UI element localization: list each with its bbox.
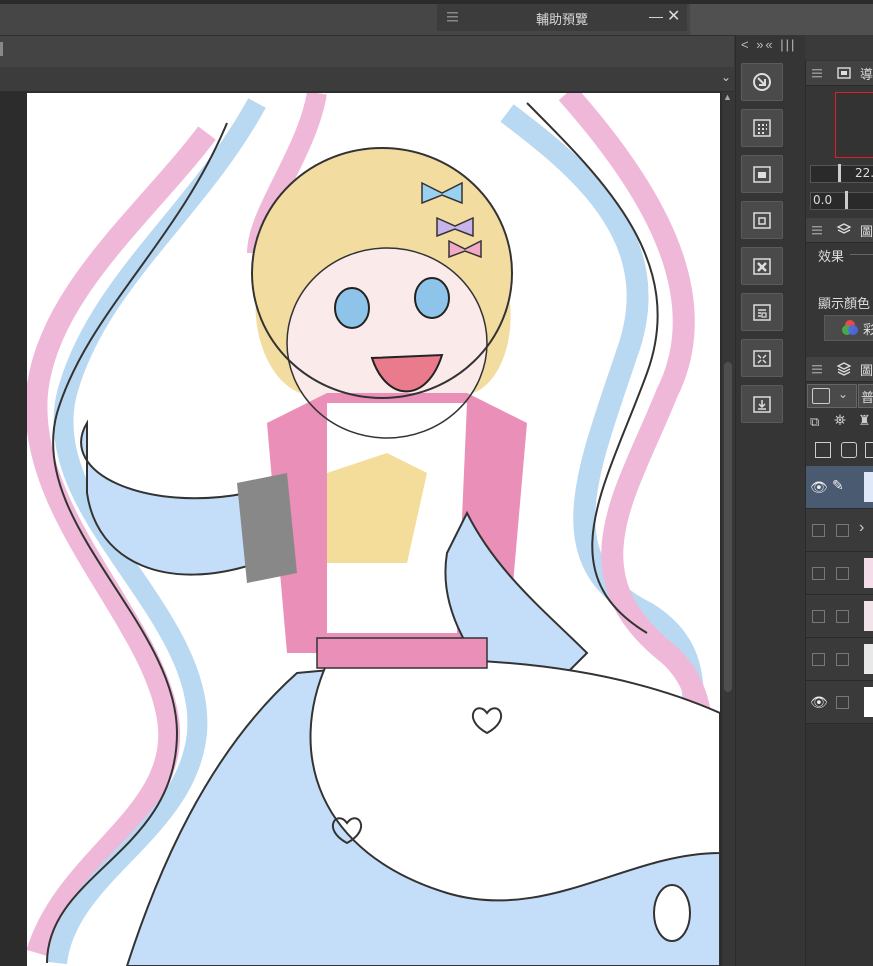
edit-checkbox[interactable] (836, 524, 849, 537)
collapsed-panel-handle[interactable] (0, 42, 3, 56)
layer-panel-header[interactable]: 圖 (806, 357, 873, 382)
layer-color-button[interactable]: 彩 (824, 315, 873, 341)
close-icon[interactable]: ✕ (667, 6, 680, 26)
canvas-tab-bar: ⌄ (0, 67, 734, 92)
edit-checkbox[interactable] (836, 696, 849, 709)
grip-icon[interactable] (812, 68, 822, 78)
properties-panel-title: 圖 (860, 225, 873, 240)
subview-panel-titlebar[interactable]: 輔助預覽 — ✕ (437, 4, 687, 31)
chevron-right-icon[interactable]: › (859, 519, 864, 537)
character-illustration (27, 93, 720, 966)
new-vector-layer-icon[interactable] (841, 442, 857, 458)
rotate-value: 0.0 (813, 193, 833, 207)
show-color-label: 顯示顏色 (818, 297, 871, 312)
visibility-checkbox[interactable] (812, 524, 825, 537)
edit-checkbox[interactable] (836, 610, 849, 623)
fit-icon (753, 350, 771, 367)
pencil-icon[interactable]: ✎ (832, 477, 844, 494)
canvas-command-column: < »« ||| (735, 35, 805, 966)
eye-icon[interactable]: 👁 (810, 479, 828, 496)
image-icon (753, 166, 771, 183)
layer-thumbnail (864, 558, 873, 588)
layers-icon (836, 362, 852, 376)
zoom-slider-handle[interactable] (838, 164, 841, 182)
panel-collapse-controls[interactable]: < »« ||| (741, 37, 796, 52)
layer-list-empty-area (806, 724, 873, 966)
new-raster-layer-icon[interactable] (815, 442, 831, 458)
blend-mode-value: 普 (861, 391, 873, 406)
refresh-icon (753, 73, 771, 91)
zoom-value: 22.8 (855, 166, 873, 180)
new-folder-icon[interactable] (865, 442, 873, 458)
artwork-canvas[interactable] (27, 93, 720, 966)
layer-button[interactable] (741, 201, 783, 239)
navigator-panel-header[interactable]: 導 (806, 61, 873, 86)
layer-color-dropdown[interactable]: ⌄ (807, 384, 857, 408)
top-right-area (690, 4, 873, 35)
download-icon (753, 396, 771, 413)
layer-thumbnail (864, 472, 873, 502)
navigator-thumbnail[interactable] (835, 92, 873, 158)
properties-panel-header[interactable]: 圖 (806, 218, 873, 243)
grid-button[interactable] (741, 109, 783, 147)
clip-layer-icon[interactable]: ⧉ (810, 414, 819, 430)
layer-row[interactable]: 👁 ✎ (806, 466, 873, 509)
layer-row[interactable]: › (806, 509, 873, 552)
effect-label: 效果 (818, 250, 845, 265)
grip-icon[interactable] (812, 225, 822, 235)
layer-thumbnail (864, 687, 873, 717)
layer-color-swatch (812, 388, 830, 404)
delete-button[interactable] (741, 247, 783, 285)
layer-thumbnail (864, 601, 873, 631)
layer-row[interactable] (806, 595, 873, 638)
navigator-panel-title: 導 (860, 68, 873, 83)
rotate-slider-handle[interactable] (845, 191, 848, 209)
layer-row[interactable] (806, 638, 873, 681)
scrollbar-thumb[interactable] (724, 362, 732, 692)
layer-row[interactable]: 👁 (806, 681, 873, 724)
grip-icon[interactable] (812, 364, 822, 374)
navigator-icon (837, 67, 851, 79)
command-bar (0, 35, 734, 68)
divider (850, 254, 873, 255)
color-circles-icon (842, 320, 858, 335)
scroll-up-icon[interactable]: ▲ (723, 92, 732, 102)
layout-button[interactable] (741, 293, 783, 331)
refresh-button[interactable] (741, 63, 783, 101)
layer-icon (753, 212, 771, 229)
layout-icon (753, 304, 771, 321)
visibility-checkbox[interactable] (812, 653, 825, 666)
lock-transparency-icon[interactable]: ♜ (858, 412, 871, 429)
reference-layer-icon[interactable]: ⛯ (834, 412, 846, 429)
blend-mode-dropdown[interactable]: 普 (858, 384, 873, 408)
canvas-vertical-scrollbar[interactable]: ▲ (722, 92, 734, 966)
download-button[interactable] (741, 385, 783, 423)
edit-checkbox[interactable] (836, 567, 849, 580)
color-button-label: 彩 (863, 323, 873, 338)
image-button[interactable] (741, 155, 783, 193)
layer-thumbnail (864, 644, 873, 674)
layer-row[interactable] (806, 552, 873, 595)
eye-icon[interactable]: 👁 (810, 694, 828, 711)
minimize-icon[interactable]: — (649, 8, 663, 24)
grid-icon (753, 119, 771, 137)
delete-icon (753, 258, 771, 275)
rotate-slider[interactable]: 0.0 (810, 191, 873, 210)
fit-button[interactable] (741, 339, 783, 377)
visibility-checkbox[interactable] (812, 610, 825, 623)
visibility-checkbox[interactable] (812, 567, 825, 580)
chevron-down-icon[interactable]: ⌄ (721, 70, 731, 84)
zoom-slider[interactable]: 22.8 (810, 164, 873, 183)
layer-panel-title: 圖 (860, 364, 873, 379)
chevron-down-icon: ⌄ (838, 387, 849, 401)
edit-checkbox[interactable] (836, 653, 849, 666)
layer-property-icon (836, 223, 852, 234)
